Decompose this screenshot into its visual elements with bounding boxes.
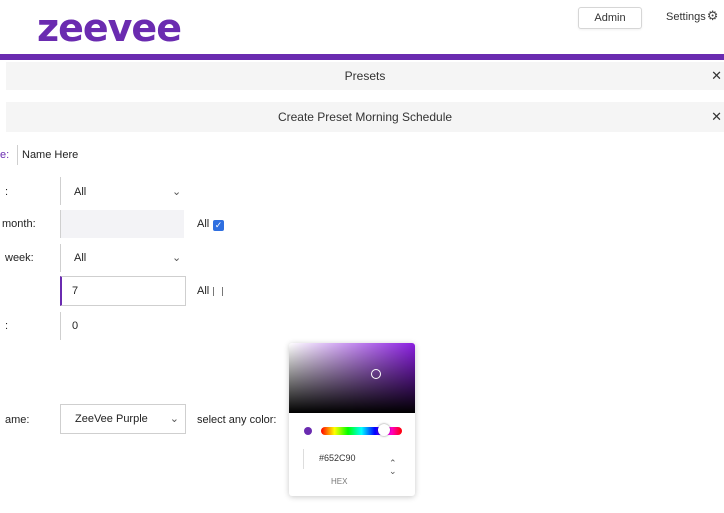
- divider: [17, 145, 18, 165]
- saturation-value-area[interactable]: [289, 343, 415, 413]
- settings-label: Settings: [666, 11, 706, 23]
- gear-icon: ⚙: [706, 8, 719, 23]
- color-picker-popup[interactable]: #652C90 HEX ⌃ ⌄: [289, 343, 415, 496]
- row1-label: :: [5, 186, 9, 198]
- presets-title: Presets: [344, 69, 386, 83]
- color-cursor[interactable]: [371, 369, 381, 379]
- color-swatch: [304, 427, 312, 435]
- theme-select-value: ZeeVee Purple: [75, 413, 148, 425]
- divider: [303, 449, 304, 469]
- hour-all-label: All: [197, 285, 210, 297]
- divider: [60, 244, 61, 272]
- header-divider: [0, 54, 724, 60]
- row1-select[interactable]: All: [74, 186, 86, 198]
- day-of-week-select[interactable]: All: [74, 252, 86, 264]
- chevron-down-icon[interactable]: ⌄: [172, 251, 181, 264]
- divider: [60, 312, 61, 340]
- chevron-down-icon: ⌄: [169, 413, 179, 425]
- minute-value[interactable]: 0: [72, 320, 78, 332]
- hour-input[interactable]: 7: [60, 276, 186, 306]
- settings-menu[interactable]: Settings⚙: [666, 9, 718, 24]
- format-label: HEX: [331, 477, 348, 486]
- preset-name-input[interactable]: Name Here: [22, 149, 78, 161]
- row5-label: :: [5, 320, 9, 332]
- color-prompt: select any color:: [197, 414, 277, 426]
- hour-all-checkbox[interactable]: [213, 287, 223, 296]
- divider: [60, 210, 61, 238]
- week-label: week:: [5, 252, 34, 264]
- month-label: month:: [2, 218, 36, 230]
- create-preset-header: Create Preset Morning Schedule ✕: [6, 102, 724, 132]
- theme-label: ame:: [5, 414, 30, 426]
- month-all-label: All: [197, 218, 210, 230]
- divider: [60, 177, 61, 205]
- admin-button[interactable]: Admin: [578, 7, 642, 29]
- theme-select[interactable]: ZeeVee Purple ⌄: [60, 404, 186, 434]
- close-icon[interactable]: ✕: [711, 102, 722, 132]
- format-toggle-icon[interactable]: ⌃ ⌄: [389, 459, 397, 476]
- preset-name-row: e:: [0, 149, 9, 161]
- create-preset-title: Create Preset Morning Schedule: [277, 110, 453, 124]
- month-all-checkbox[interactable]: ✓: [213, 220, 224, 231]
- zeevee-logo: zeevee: [37, 6, 182, 50]
- presets-panel-header: Presets ✕: [6, 62, 724, 90]
- close-icon[interactable]: ✕: [711, 62, 722, 90]
- hue-slider-thumb[interactable]: [378, 424, 390, 436]
- preset-name-label: e:: [0, 149, 10, 161]
- chevron-down-icon[interactable]: ⌄: [172, 185, 181, 198]
- day-of-month-input[interactable]: [60, 210, 184, 238]
- hex-input[interactable]: #652C90: [319, 453, 356, 463]
